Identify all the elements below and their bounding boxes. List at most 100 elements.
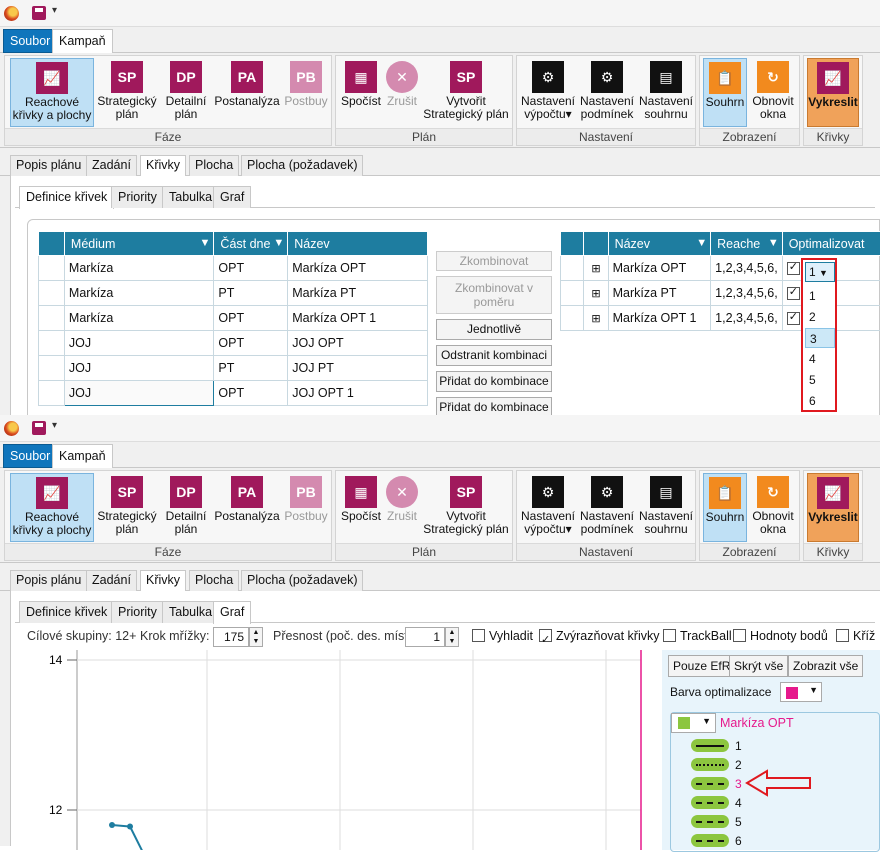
point-values-checkbox[interactable] [733,629,746,642]
chart-area[interactable]: 1412 [17,650,659,850]
detail-plan-button[interactable]: DP Detailní plán [161,58,211,127]
dropdown-selected[interactable]: 1 ▼ [805,262,835,282]
cancel-button[interactable]: ✕ Zrušit [384,58,420,127]
row-selector[interactable] [39,256,65,281]
column-header-reach[interactable]: Reache▼ [711,232,783,256]
optimization-color-picker[interactable]: ▼ [780,682,822,702]
reach-chart[interactable]: 1412 [17,650,659,850]
expand-icon[interactable]: ⊞ [584,306,608,331]
strategic-plan-button[interactable]: SP Strategický plán [97,58,157,127]
tab-graph[interactable]: Graf [213,601,251,624]
table-row[interactable]: MarkízaOPTMarkíza OPT [39,256,428,281]
line-style-dotted[interactable] [691,758,729,771]
tab-curve-definition[interactable]: Definice křivek [19,186,114,209]
summary-button[interactable]: 📋 Souhrn [703,58,747,127]
summary-settings-button[interactable]: ▤ Nastavení souhrnu [637,58,695,127]
row-selector[interactable] [39,381,65,406]
optimize-level-dropdown[interactable]: 1 ▼ 1 2 3 4 5 6 [801,258,837,412]
tab-table[interactable]: Tabulka [162,186,219,208]
tab-campaign[interactable]: Kampaň [52,444,113,469]
draw-button[interactable]: 📈 Vykreslit [807,473,859,542]
draw-button[interactable]: 📈 Vykreslit [807,58,859,127]
tab-input[interactable]: Zadání [86,155,137,176]
line-style-solid[interactable] [691,739,729,752]
column-header-name[interactable]: Název▼ [608,232,711,256]
row-selector[interactable] [561,256,584,281]
refresh-windows-button[interactable]: ↻ Obnovit okna [749,473,797,542]
tab-area-requirement[interactable]: Plocha (požadavek) [241,155,363,176]
conditions-settings-button[interactable]: ⚙ Nastavení podmínek [578,473,636,542]
dropdown-option[interactable]: 1 [809,286,833,306]
tab-input[interactable]: Zadání [86,570,137,591]
summary-button[interactable]: 📋 Souhrn [703,473,747,542]
row-selector[interactable] [39,356,65,381]
individually-button[interactable]: Jednotlivě [436,319,552,340]
calc-settings-button[interactable]: ⚙ Nastavení výpočtu▾ [519,473,577,542]
only-efr-button[interactable]: Pouze EfR [668,655,735,677]
summary-settings-button[interactable]: ▤ Nastavení souhrnu [637,473,695,542]
filter-icon[interactable]: ▼ [200,237,211,249]
line-style-dashed[interactable] [691,777,729,790]
dropdown-option[interactable]: 2 [809,307,833,327]
show-all-button[interactable]: Zobrazit vše [788,655,863,677]
cancel-button[interactable]: ✕ Zrušit [384,473,420,542]
precision-spinner[interactable]: ▲▼ [445,627,459,647]
column-header-optimize[interactable]: Optimalizovat [782,232,880,256]
tab-curves[interactable]: Křivky [140,570,186,592]
dropdown-option[interactable]: 5 [809,370,833,390]
refresh-windows-button[interactable]: ↻ Obnovit okna [749,58,797,127]
filter-icon[interactable]: ▼ [273,237,284,249]
expand-icon[interactable]: ⊞ [584,256,608,281]
remove-combination-button[interactable]: Odstranit kombinaci [436,345,552,366]
calculate-button[interactable]: ▦ Spočíst [340,473,382,542]
table-row[interactable]: MarkízaPTMarkíza PT [39,281,428,306]
postbuy-button[interactable]: PB Postbuy [283,58,329,127]
line-style-dashed[interactable] [691,834,729,847]
trackball-checkbox[interactable] [663,629,676,642]
tab-table[interactable]: Tabulka [162,601,219,623]
row-selector[interactable] [39,306,65,331]
tab-campaign[interactable]: Kampaň [52,29,113,54]
expand-icon[interactable]: ⊞ [584,281,608,306]
optimize-checkbox[interactable] [787,312,800,325]
add-to-combination-button[interactable]: Přidat do kombinace [436,371,552,392]
qat-dropdown-icon[interactable]: ▾ [52,5,57,16]
reach-curves-button[interactable]: 📈 Reachové křivky a plochy [10,473,94,542]
calc-settings-button[interactable]: ⚙ Nastavení výpočtu▾ [519,58,577,127]
tab-file[interactable]: Soubor [3,29,57,53]
tab-plan-description[interactable]: Popis plánu [10,570,87,591]
conditions-settings-button[interactable]: ⚙ Nastavení podmínek [578,58,636,127]
row-selector[interactable] [39,281,65,306]
line-style-dashed[interactable] [691,815,729,828]
qat-dropdown-icon[interactable]: ▾ [52,420,57,431]
row-selector[interactable] [561,281,584,306]
table-row[interactable]: JOJOPTJOJ OPT [39,331,428,356]
curve-color-picker[interactable]: ▼ [671,713,716,733]
hide-all-button[interactable]: Skrýt vše [729,655,788,677]
tab-plan-description[interactable]: Popis plánu [10,155,87,176]
tab-priorities[interactable]: Priority [111,186,164,208]
smooth-checkbox[interactable] [472,629,485,642]
column-header-daypart[interactable]: Část dne▼ [214,232,288,256]
highlight-curves-checkbox[interactable] [539,629,552,642]
tab-file[interactable]: Soubor [3,444,57,468]
postanalysis-button[interactable]: PA Postanalýza [213,473,281,542]
line-style-dashed[interactable] [691,796,729,809]
cross-checkbox[interactable] [836,629,849,642]
create-strategic-plan-button[interactable]: SP Vytvořit Strategický plán [422,473,510,542]
grid-step-spinner[interactable]: ▲▼ [249,627,263,647]
optimize-checkbox[interactable] [787,287,800,300]
precision-input[interactable]: 1 [405,627,445,647]
tab-area[interactable]: Plocha [189,155,239,176]
tab-priorities[interactable]: Priority [111,601,164,623]
tab-area[interactable]: Plocha [189,570,239,591]
combine-button[interactable]: Zkombinovat [436,251,552,271]
filter-icon[interactable]: ▼ [696,237,707,249]
dropdown-option-highlighted[interactable]: 3 [805,328,835,348]
calculate-button[interactable]: ▦ Spočíst [340,58,382,127]
dropdown-option[interactable]: 4 [809,349,833,369]
table-row[interactable]: JOJPTJOJ PT [39,356,428,381]
column-header-medium[interactable]: Médium▼ [64,232,214,256]
detail-plan-button[interactable]: DP Detailní plán [161,473,211,542]
create-strategic-plan-button[interactable]: SP Vytvořit Strategický plán [422,58,510,127]
